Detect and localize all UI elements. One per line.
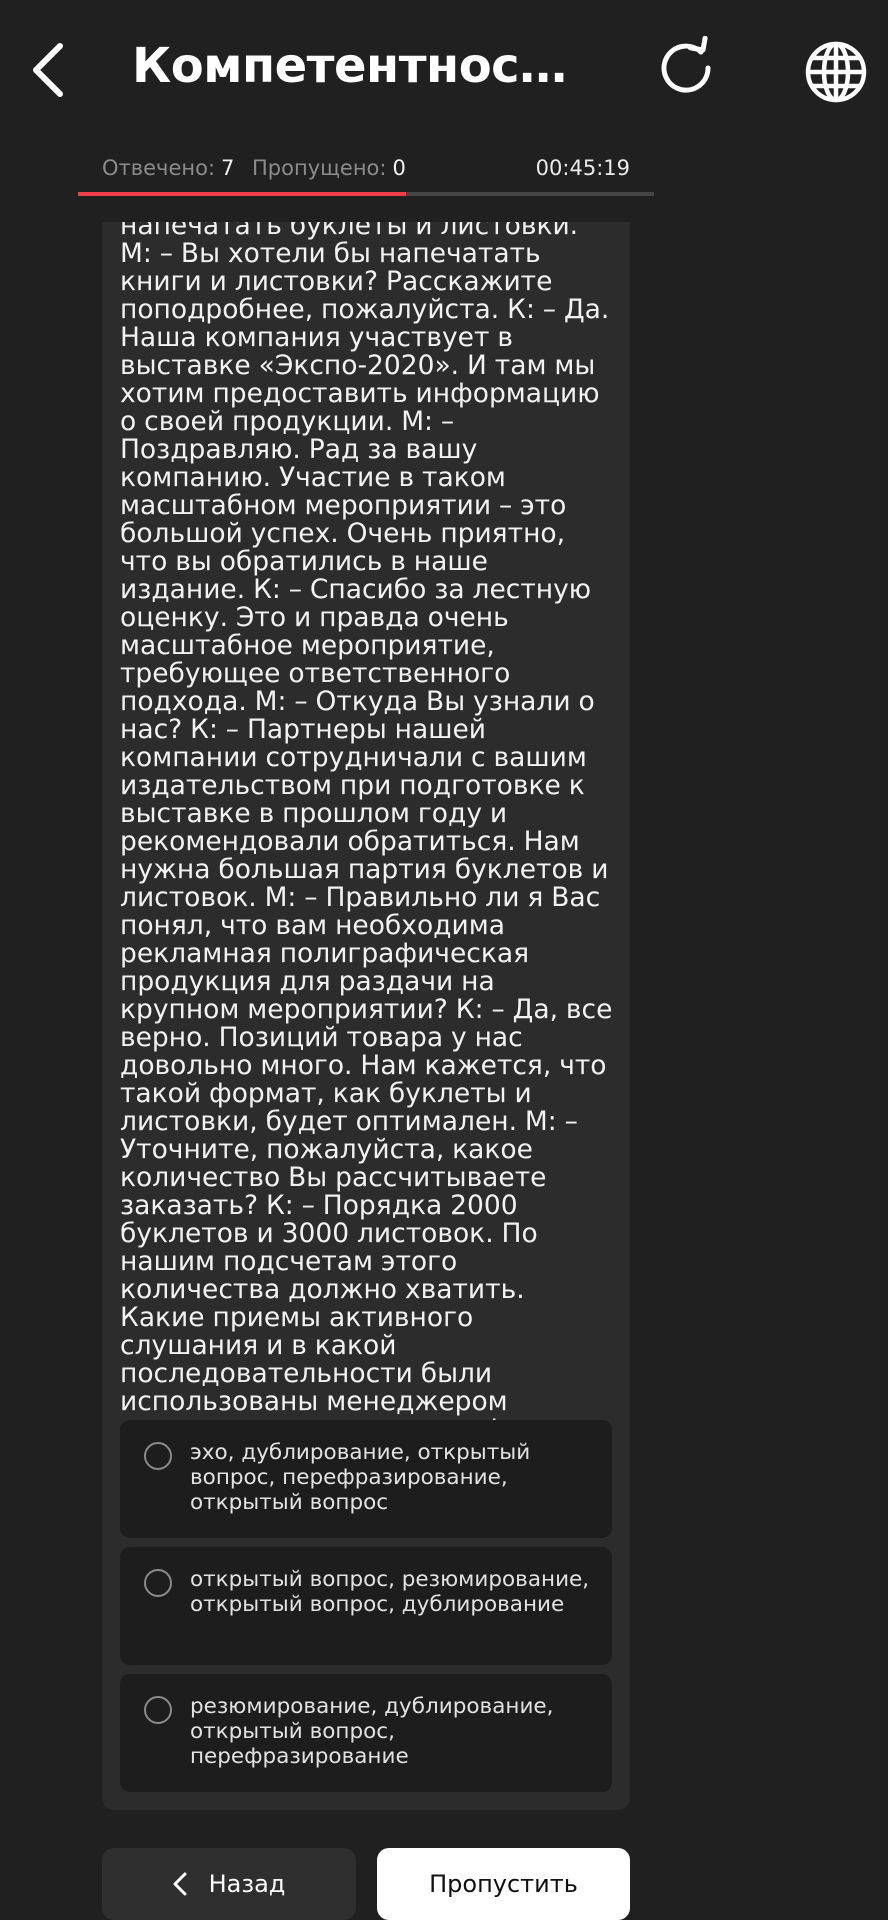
chevron-left-icon[interactable]	[20, 30, 76, 110]
answered-label: Отвечено:	[102, 156, 216, 180]
skipped-label: Пропущено:	[252, 156, 387, 180]
page-title: Компетентностны...	[132, 38, 592, 94]
skip-button-label: Пропустить	[429, 1870, 578, 1898]
radio-button[interactable]	[144, 1569, 172, 1597]
option-text: резюмирование, дублирование, открытый во…	[190, 1694, 554, 1769]
progress-bar	[78, 192, 654, 196]
answered-value: 7	[221, 156, 235, 180]
answered-count: Отвечено: 7	[102, 156, 234, 180]
globe-icon[interactable]	[796, 32, 876, 112]
question-text: напечатать буклеты и листовки. М: – Вы х…	[120, 222, 613, 1500]
skipped-value: 0	[392, 156, 406, 180]
option-text: открытый вопрос, резюмирование, открытый…	[190, 1567, 590, 1617]
progress-fill	[78, 192, 407, 196]
radio-button[interactable]	[144, 1442, 172, 1470]
back-button[interactable]: Назад	[102, 1848, 356, 1920]
chevron-left-icon	[173, 1872, 187, 1896]
answer-option-3[interactable]: резюмирование, дублирование, открытый во…	[120, 1674, 612, 1792]
option-text: эхо, дублирование, открытый вопрос, пере…	[190, 1440, 531, 1515]
refresh-icon[interactable]	[652, 32, 724, 104]
app-header: Компетентностны...	[0, 0, 888, 140]
skip-button[interactable]: Пропустить	[377, 1848, 630, 1920]
answer-option-1[interactable]: эхо, дублирование, открытый вопрос, пере…	[120, 1420, 612, 1538]
question-card: напечатать буклеты и листовки. М: – Вы х…	[102, 222, 630, 1810]
answer-option-2[interactable]: открытый вопрос, резюмирование, открытый…	[120, 1547, 612, 1665]
skipped-count: Пропущено: 0	[252, 156, 406, 180]
radio-button[interactable]	[144, 1696, 172, 1724]
back-button-label: Назад	[208, 1870, 286, 1898]
timer: 00:45:19	[535, 156, 630, 180]
quiz-stats: Отвечено: 7 Пропущено: 0 00:45:19	[102, 156, 630, 180]
